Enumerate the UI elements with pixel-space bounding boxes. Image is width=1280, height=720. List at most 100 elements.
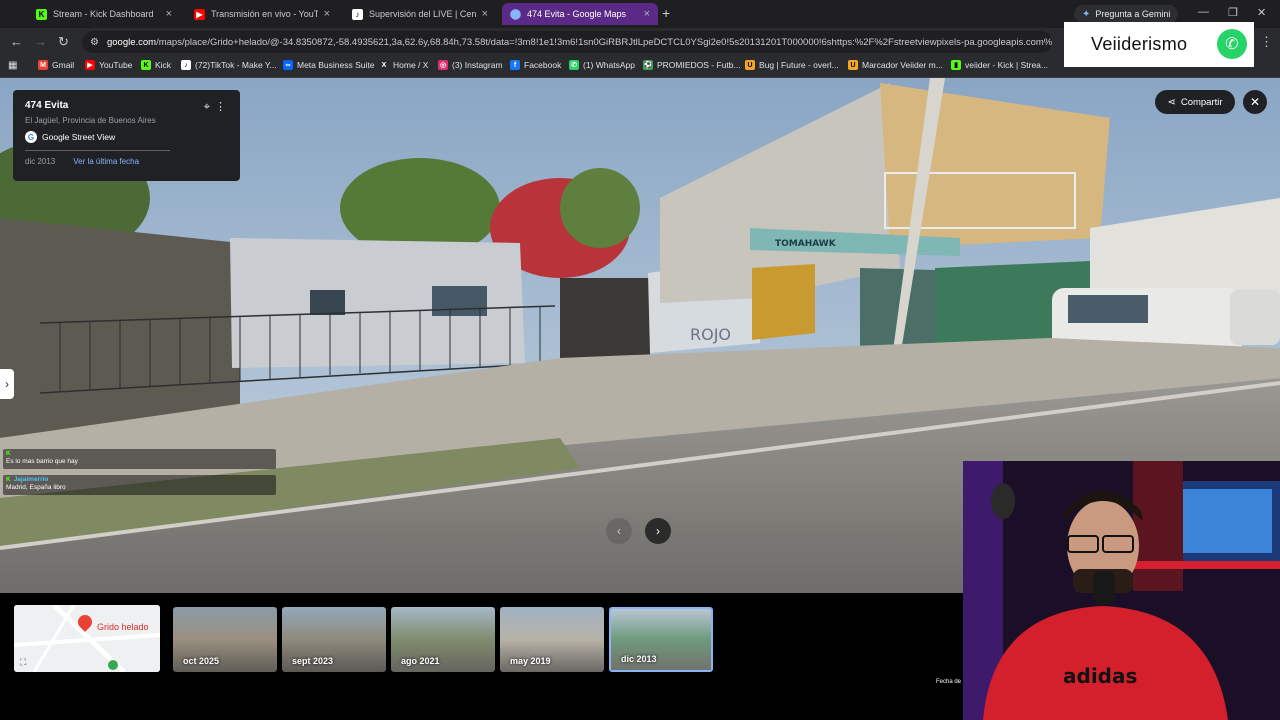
graffiti-wall-text: ROJO: [690, 325, 731, 344]
thumb-date: dic 2013: [621, 654, 657, 664]
tab-label: Stream - Kick Dashboard: [53, 9, 154, 19]
expand-icon[interactable]: ⛶: [20, 657, 26, 668]
more-options-icon[interactable]: ⋮: [215, 100, 226, 113]
bookmark-gmail[interactable]: M Gmail: [38, 60, 74, 70]
youtube-icon: ▶: [85, 60, 95, 70]
previous-arrow-button[interactable]: ‹: [606, 518, 632, 544]
bookmark-facebook[interactable]: f Facebook: [510, 60, 561, 70]
divider: [25, 150, 170, 151]
tab-tiktok-live[interactable]: ♪ Supervisión del LIVE | Centro LI ×: [344, 3, 496, 25]
google-logo-icon: G: [25, 131, 37, 143]
gemini-button[interactable]: ✦ Pregunta a Gemini: [1074, 5, 1179, 23]
bookmark-bug-future[interactable]: U Bug | Future - overl...: [745, 60, 839, 70]
gemini-label: Pregunta a Gemini: [1095, 9, 1171, 19]
chat-text: Es lo mas barrio que hay: [6, 458, 78, 465]
tiktok-icon: ♪: [181, 60, 191, 70]
url-path: /maps/place/Grido+helado/@-34.8350872,-5…: [156, 36, 1052, 48]
chat-username: Jajaimerrio: [13, 476, 49, 483]
bookmark-marcador[interactable]: U Marcador Veiider m...: [848, 60, 943, 70]
bookmark-kick[interactable]: K Kick: [141, 60, 171, 70]
bookmark-promiedos[interactable]: ⚽ PROMIEDOS - Futb...: [643, 60, 741, 70]
thumb-date: may 2019: [510, 656, 551, 666]
apps-grid-icon[interactable]: ▦: [8, 60, 17, 71]
back-arrow-icon[interactable]: ←: [10, 34, 23, 49]
site-info-icon[interactable]: ⚙: [90, 37, 99, 48]
address-bar[interactable]: ⚙ google.com/maps/place/Grido+helado/@-3…: [82, 31, 1052, 53]
bookmark-youtube[interactable]: ▶ YouTube: [85, 60, 132, 70]
facebook-icon: f: [510, 60, 520, 70]
chat-text: Madrid, España libro: [6, 484, 66, 491]
webcam-overlay: adidas: [963, 461, 1280, 720]
streamer-brand-badge: Veiiderismo ✆: [1064, 22, 1254, 67]
kick-icon: K: [6, 476, 11, 483]
signal-bars-icon: ▮: [951, 60, 961, 70]
bookmark-instagram[interactable]: ◎ (3) Instagram: [438, 60, 503, 70]
menu-dots-icon[interactable]: ⋮: [1260, 34, 1273, 50]
place-subtitle: El Jagüel, Provincia de Buenos Aires: [25, 116, 156, 125]
kick-icon: K: [141, 60, 151, 70]
whatsapp-icon: ✆: [1217, 29, 1247, 59]
bookmark-meta[interactable]: ∞ Meta Business Suite: [283, 60, 374, 70]
uno-icon: U: [848, 60, 858, 70]
uno-icon: U: [745, 60, 755, 70]
close-street-view-button[interactable]: ✕: [1243, 90, 1267, 114]
share-label: Compartir: [1180, 96, 1223, 108]
latest-date-link[interactable]: Ver la última fecha: [73, 157, 139, 166]
close-icon[interactable]: ×: [644, 8, 650, 20]
tab-label: 474 Evita - Google Maps: [527, 9, 627, 19]
side-panel-toggle[interactable]: ›: [0, 369, 14, 399]
close-icon[interactable]: ×: [324, 8, 330, 20]
kick-icon: K: [36, 8, 47, 20]
tab-youtube[interactable]: ▶ Transmisión en vivo - YouTube ×: [186, 3, 338, 25]
capture-date: dic 2013: [25, 157, 56, 166]
provider-row: G Google Street View: [25, 131, 228, 143]
tab-google-maps[interactable]: ⬤ 474 Evita - Google Maps ×: [502, 3, 658, 25]
webcam-scene: adidas: [963, 461, 1280, 720]
forward-arrow-icon[interactable]: →: [34, 34, 47, 49]
minimize-icon[interactable]: —: [1198, 6, 1209, 18]
thumb-date: ago 2021: [401, 656, 440, 666]
timeline-thumb-selected[interactable]: dic 2013: [609, 607, 713, 672]
date-caption: Fecha de: [936, 679, 962, 685]
next-arrow-button[interactable]: ›: [645, 518, 671, 544]
close-icon[interactable]: ×: [166, 8, 172, 20]
tiktok-icon: ♪: [352, 8, 363, 20]
minimap-place-label: Grido helado: [97, 622, 149, 632]
kick-icon: K: [6, 450, 11, 457]
timeline-thumb[interactable]: sept 2023: [282, 607, 386, 672]
reload-icon[interactable]: ↻: [58, 34, 69, 50]
svg-text:adidas: adidas: [1063, 664, 1137, 688]
share-button[interactable]: ⋖ Compartir: [1155, 90, 1235, 114]
youtube-icon: ▶: [194, 8, 205, 20]
meta-icon: ∞: [283, 60, 293, 70]
close-icon[interactable]: ×: [482, 8, 488, 20]
location-pin-icon[interactable]: ⌖: [204, 101, 210, 114]
provider-label: Google Street View: [42, 132, 116, 142]
maximize-icon[interactable]: ❐: [1228, 6, 1238, 19]
bookmark-tiktok[interactable]: ♪ (72)TikTok - Make Y...: [181, 60, 277, 70]
new-tab-button[interactable]: +: [662, 5, 670, 21]
date-row: dic 2013 Ver la última fecha: [25, 157, 228, 166]
bookmark-x[interactable]: X Home / X: [379, 60, 428, 70]
x-icon: X: [379, 60, 389, 70]
tab-label: Transmisión en vivo - YouTube: [211, 9, 318, 19]
brand-name: Veiiderismo: [1091, 34, 1188, 54]
bookmark-veiider-kick[interactable]: ▮ veiider - Kick | Strea...: [951, 60, 1048, 70]
timeline-thumb[interactable]: oct 2025: [173, 607, 277, 672]
instagram-icon: ◎: [438, 60, 448, 70]
bookmark-whatsapp[interactable]: ✆ (1) WhatsApp: [569, 60, 635, 70]
window-close-icon[interactable]: ✕: [1257, 6, 1266, 19]
chat-message: K Jajaimerrio Madrid, España libro: [3, 475, 276, 495]
gmail-icon: M: [38, 60, 48, 70]
promiedos-icon: ⚽: [643, 60, 653, 70]
maps-pin-icon: ⬤: [509, 8, 522, 20]
minimap[interactable]: Grido helado ⛶: [14, 605, 160, 672]
whatsapp-icon: ✆: [569, 60, 579, 70]
tab-kick-dashboard[interactable]: K Stream - Kick Dashboard ×: [28, 3, 180, 25]
shop-sign-text: TOMAHAWK: [775, 239, 837, 249]
thumb-date: oct 2025: [183, 656, 220, 666]
timeline-thumb[interactable]: ago 2021: [391, 607, 495, 672]
timeline-thumb[interactable]: may 2019: [500, 607, 604, 672]
share-icon: ⋖: [1167, 96, 1176, 108]
tab-label: Supervisión del LIVE | Centro LI: [369, 9, 476, 19]
